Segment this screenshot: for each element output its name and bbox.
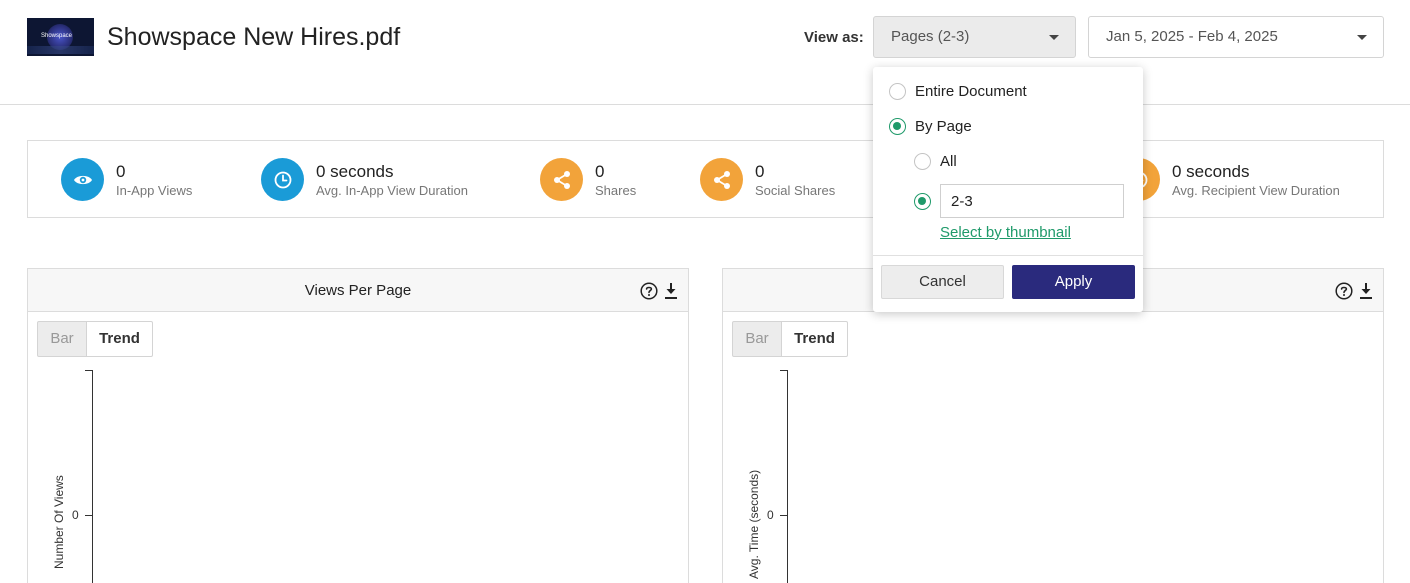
radio-page-range[interactable] <box>914 193 931 210</box>
stat-value: 0 seconds <box>1172 162 1250 181</box>
view-as-dropdown: Entire Document By Page All Select by th… <box>873 67 1143 312</box>
help-icon[interactable] <box>640 282 658 300</box>
document-title: Showspace New Hires.pdf <box>107 23 401 51</box>
stat-label: In-App Views <box>116 183 193 198</box>
option-all-label[interactable]: All <box>940 153 957 170</box>
share-icon <box>540 158 583 201</box>
view-as-select-value: Pages (2-3) <box>891 28 970 45</box>
chevron-down-icon <box>1357 35 1367 40</box>
y-axis-tick <box>85 515 92 516</box>
y-axis <box>92 370 93 583</box>
view-as-select[interactable]: Pages (2-3) <box>873 16 1076 58</box>
radio-all-pages[interactable] <box>914 153 931 170</box>
select-by-thumbnail-link[interactable]: Select by thumbnail <box>940 224 1071 241</box>
dropdown-divider <box>873 255 1143 256</box>
download-icon[interactable] <box>664 282 678 300</box>
y-axis <box>787 370 788 583</box>
trend-toggle[interactable]: Trend <box>781 321 848 357</box>
stat-label: Shares <box>595 183 637 198</box>
eye-icon <box>61 158 104 201</box>
panel-title: Views Per Page <box>304 282 412 299</box>
stat-value: 0 <box>755 162 765 181</box>
stat-value: 0 seconds <box>316 162 394 181</box>
radio-entire-document[interactable] <box>889 83 906 100</box>
stats-bar: 0 In-App Views 0 seconds Avg. In-App Vie… <box>27 140 1384 218</box>
page-range-input[interactable] <box>940 184 1124 218</box>
help-icon[interactable] <box>1335 282 1353 300</box>
y-axis-tick <box>780 515 787 516</box>
option-by-page-label[interactable]: By Page <box>915 118 972 135</box>
avg-time-panel: Bar Trend 0 Avg. Time (seconds) <box>722 268 1384 583</box>
thumbnail-text: Showspace <box>41 33 73 39</box>
bar-toggle[interactable]: Bar <box>732 321 782 357</box>
cancel-button[interactable]: Cancel <box>881 265 1004 299</box>
panel-header: Views Per Page <box>28 269 688 312</box>
y-tick-label: 0 <box>767 508 774 522</box>
stat-value: 0 <box>116 162 126 181</box>
stat-value: 0 <box>595 162 605 181</box>
stat-label: Avg. Recipient View Duration <box>1172 183 1340 198</box>
date-range-select[interactable]: Jan 5, 2025 - Feb 4, 2025 <box>1088 16 1384 58</box>
chevron-down-icon <box>1049 35 1059 40</box>
date-range-value: Jan 5, 2025 - Feb 4, 2025 <box>1106 28 1278 45</box>
y-tick-label: 0 <box>72 508 79 522</box>
y-axis-label: Number Of Views <box>52 475 66 569</box>
radio-by-page[interactable] <box>889 118 906 135</box>
view-as-label: View as: <box>804 29 864 46</box>
option-entire-document-label[interactable]: Entire Document <box>915 83 1027 100</box>
page-header: Showspace Showspace New Hires.pdf View a… <box>0 0 1410 105</box>
bar-toggle[interactable]: Bar <box>37 321 87 357</box>
trend-toggle[interactable]: Trend <box>86 321 153 357</box>
views-per-page-panel: Views Per Page Bar Trend 0 Number Of Vie… <box>27 268 689 583</box>
document-thumbnail: Showspace <box>27 18 94 56</box>
clock-icon <box>261 158 304 201</box>
share-icon <box>700 158 743 201</box>
apply-button[interactable]: Apply <box>1012 265 1135 299</box>
stat-label: Avg. In-App View Duration <box>316 183 468 198</box>
stat-label: Social Shares <box>755 183 836 198</box>
download-icon[interactable] <box>1359 282 1373 300</box>
y-axis-label: Avg. Time (seconds) <box>747 469 761 579</box>
